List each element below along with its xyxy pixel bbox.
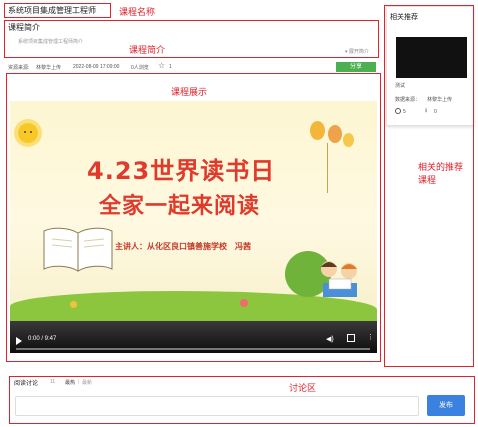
fullscreen-icon[interactable]: [347, 334, 355, 342]
course-title: 系统项目集成管理工程师: [8, 6, 96, 15]
volume-icon[interactable]: ◀): [326, 335, 334, 343]
balloon-icon: [310, 121, 325, 140]
play-icon[interactable]: [16, 337, 22, 345]
eye-left: [24, 131, 26, 133]
like-icon[interactable]: ☆: [158, 61, 165, 70]
video-annotation: 课程展示: [171, 88, 208, 98]
like-count: 1: [169, 64, 172, 70]
sidebar-annotation-box: [384, 5, 474, 367]
kids-reading-illustration: [315, 257, 365, 301]
course-name-annotation: 课程名称: [119, 8, 156, 18]
upload-datetime: 2022-08-09 17:09:00: [73, 64, 120, 70]
view-count: 0人浏览: [131, 65, 149, 71]
sidebar-annotation-line2: 课程: [418, 176, 437, 186]
expand-intro-link[interactable]: ▾ 展开简介: [345, 48, 369, 55]
course-intro-heading: 课程简介: [8, 23, 40, 32]
book-icon: [42, 225, 114, 273]
poster-speaker: 主讲人：从化区良口镇善施学校 冯茜: [115, 242, 251, 251]
poster-title-line1: 4.23世界读书日: [87, 157, 276, 185]
more-options-icon[interactable]: ⋮: [367, 333, 374, 341]
source-label: 资源来源:: [8, 65, 30, 71]
sun-icon: [18, 123, 38, 143]
submit-button[interactable]: 发布: [427, 395, 465, 416]
flower-icon: [240, 299, 248, 307]
course-intro-text: 系统项目集成管理工程师简介: [18, 39, 84, 45]
video-time: 0:00 / 9:47: [28, 336, 57, 342]
sidebar-annotation-line1: 相关的推荐: [418, 163, 464, 173]
share-button[interactable]: 分享: [336, 62, 376, 72]
uploader: 林黎华上传: [36, 65, 62, 71]
flower-icon: [70, 301, 77, 308]
eye-right: [30, 131, 32, 133]
video-controls: 0:00 / 9:47 ◀) ⋮: [10, 321, 377, 353]
progress-track[interactable]: [16, 348, 370, 350]
balloon-icon: [343, 133, 354, 147]
video-poster[interactable]: 4.23世界读书日 全家一起来阅读 主讲人：从化区良口镇善施学校 冯茜: [10, 101, 377, 321]
comment-input[interactable]: [15, 396, 419, 416]
course-intro-annotation: 课程简介: [129, 46, 166, 56]
balloon-icon: [328, 125, 342, 143]
balloon-string: [327, 143, 328, 193]
poster-title-line2: 全家一起来阅读: [99, 194, 261, 219]
